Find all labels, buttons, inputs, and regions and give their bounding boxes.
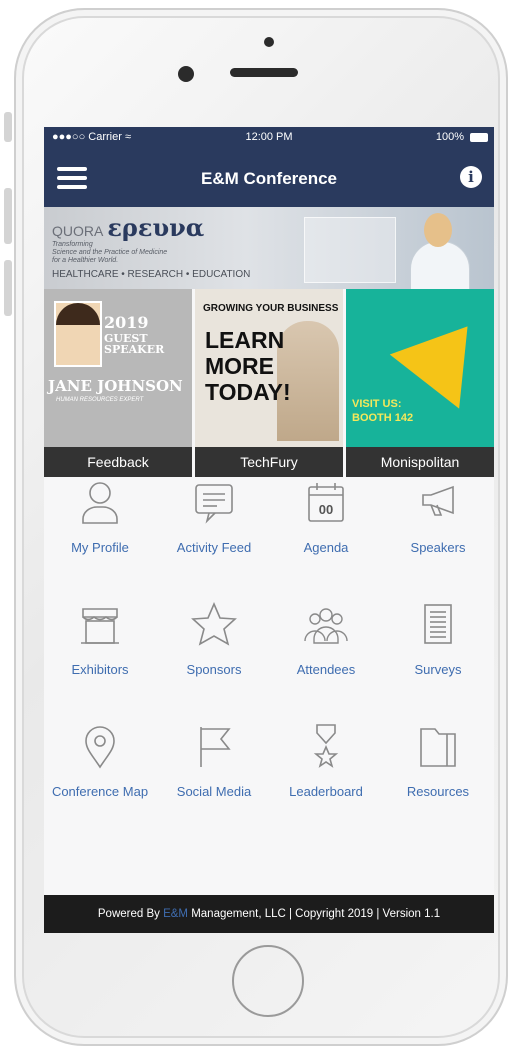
flag-icon — [191, 723, 237, 769]
banner-tagline-line: for a Healthier World. — [52, 257, 119, 264]
tile-caption: Monispolitan — [346, 447, 494, 477]
featured-tiles: 2019 GUEST SPEAKER JANE JOHNSON HUMAN RE… — [44, 289, 494, 477]
footer-text: Management, LLC | Copyright 2019 | Versi… — [188, 908, 441, 920]
megaphone-icon — [415, 479, 461, 525]
menu-label: Conference Map — [51, 784, 149, 799]
banner-pillars: HEALTHCARE • RESEARCH • EDUCATION — [52, 269, 251, 280]
tile-feedback[interactable]: 2019 GUEST SPEAKER JANE JOHNSON HUMAN RE… — [44, 289, 192, 477]
tile-year: 2019 — [104, 313, 149, 332]
tile-cta-text: LEARN MORE TODAY! — [205, 327, 291, 405]
menu-exhibitors[interactable]: Exhibitors — [44, 601, 156, 678]
menu-label: Social Media — [176, 784, 252, 799]
menu-label: Leaderboard — [289, 784, 363, 799]
footer: Powered By E&M Management, LLC | Copyrig… — [44, 895, 494, 933]
info-icon[interactable]: i — [460, 166, 482, 188]
banner-brand: QUORA ερευνα — [52, 213, 204, 242]
battery-icon — [470, 133, 488, 142]
home-button[interactable] — [232, 945, 304, 1017]
proximity-sensor — [264, 37, 274, 47]
tile-caption: Feedback — [44, 447, 192, 477]
battery-percent: 100% — [435, 131, 464, 143]
menu-my-profile[interactable]: My Profile — [44, 479, 156, 556]
speaker-portrait — [54, 301, 102, 367]
menu-label: Exhibitors — [71, 662, 129, 677]
map-pin-icon — [77, 723, 123, 769]
banner-brand-text: QUORA — [52, 223, 104, 239]
menu-attendees[interactable]: Attendees — [270, 601, 382, 678]
menu-leaderboard[interactable]: Leaderboard — [270, 723, 382, 800]
menu-label: Agenda — [303, 540, 349, 555]
earpiece-speaker — [230, 68, 298, 77]
menu-resources[interactable]: Resources — [382, 723, 494, 800]
menu-label: Resources — [406, 784, 470, 799]
menu-conference-map[interactable]: Conference Map — [44, 723, 156, 800]
sponsor-banner[interactable]: QUORA ερευνα Transforming Science and the… — [44, 207, 494, 289]
banner-hologram-image — [304, 217, 396, 283]
footer-logo: E&M — [163, 908, 188, 920]
tile-badge: GUEST SPEAKER — [104, 333, 164, 355]
folder-icon — [415, 723, 461, 769]
page-title: E&M Conference — [200, 169, 338, 188]
menu-label: Sponsors — [186, 662, 242, 677]
app-screen: ●●●○○ Carrier ≈ 12:00 PM 100% E&M Confer… — [44, 127, 494, 933]
front-camera — [178, 66, 194, 82]
calendar-icon: 00 — [303, 479, 349, 525]
menu-speakers[interactable]: Speakers — [382, 479, 494, 556]
nav-bar: E&M Conference i — [44, 149, 494, 207]
menu-label: Speakers — [410, 540, 466, 555]
menu-label: Surveys — [414, 662, 462, 677]
banner-logo: ερευνα — [107, 213, 205, 242]
menu-social-media[interactable]: Social Media — [158, 723, 270, 800]
banner-tagline-line: Science and the Practice of Medicine — [52, 249, 168, 256]
tile-techfury[interactable]: GROWING YOUR BUSINESS LEARN MORE TODAY! … — [195, 289, 343, 477]
speaker-name: JANE JOHNSON — [48, 377, 183, 395]
status-time: 12:00 PM — [245, 131, 293, 143]
speaker-title: HUMAN RESOURCES EXPERT — [56, 397, 144, 403]
menu-label: My Profile — [71, 540, 129, 555]
menu-label: Attendees — [296, 662, 356, 677]
person-icon — [77, 479, 123, 525]
tile-headline: GROWING YOUR BUSINESS — [203, 303, 339, 314]
document-icon — [415, 601, 461, 647]
footer-prefix: Powered By — [97, 908, 164, 920]
tile-booth-line: BOOTH 142 — [352, 412, 414, 424]
status-bar: ●●●○○ Carrier ≈ 12:00 PM 100% — [44, 127, 494, 149]
megaphone-illustration — [389, 299, 494, 409]
calendar-day-text: 00 — [319, 502, 333, 517]
chat-icon — [191, 479, 237, 525]
tile-visit-line: VISIT US: — [352, 398, 402, 410]
menu-label: Activity Feed — [176, 540, 252, 555]
medal-icon — [303, 723, 349, 769]
menu-activity-feed[interactable]: Activity Feed — [158, 479, 270, 556]
tile-caption: TechFury — [195, 447, 343, 477]
menu-surveys[interactable]: Surveys — [382, 601, 494, 678]
tile-monispolitan[interactable]: VISIT US: BOOTH 142 Monispolitan — [346, 289, 494, 477]
banner-tagline: Transforming Science and the Practice of… — [52, 241, 167, 265]
menu-sponsors[interactable]: Sponsors — [158, 601, 270, 678]
mute-switch — [4, 112, 12, 142]
tile-badge-line: SPEAKER — [104, 343, 165, 356]
star-icon — [191, 601, 237, 647]
volume-up-button — [4, 188, 12, 244]
people-icon — [303, 601, 349, 647]
volume-down-button — [4, 260, 12, 316]
tile-visit: VISIT US: BOOTH 142 — [352, 397, 413, 425]
booth-icon — [77, 601, 123, 647]
menu-agenda[interactable]: 00 Agenda — [270, 479, 382, 556]
banner-doctor-image — [402, 211, 472, 289]
banner-tagline-line: Transforming — [52, 241, 93, 248]
